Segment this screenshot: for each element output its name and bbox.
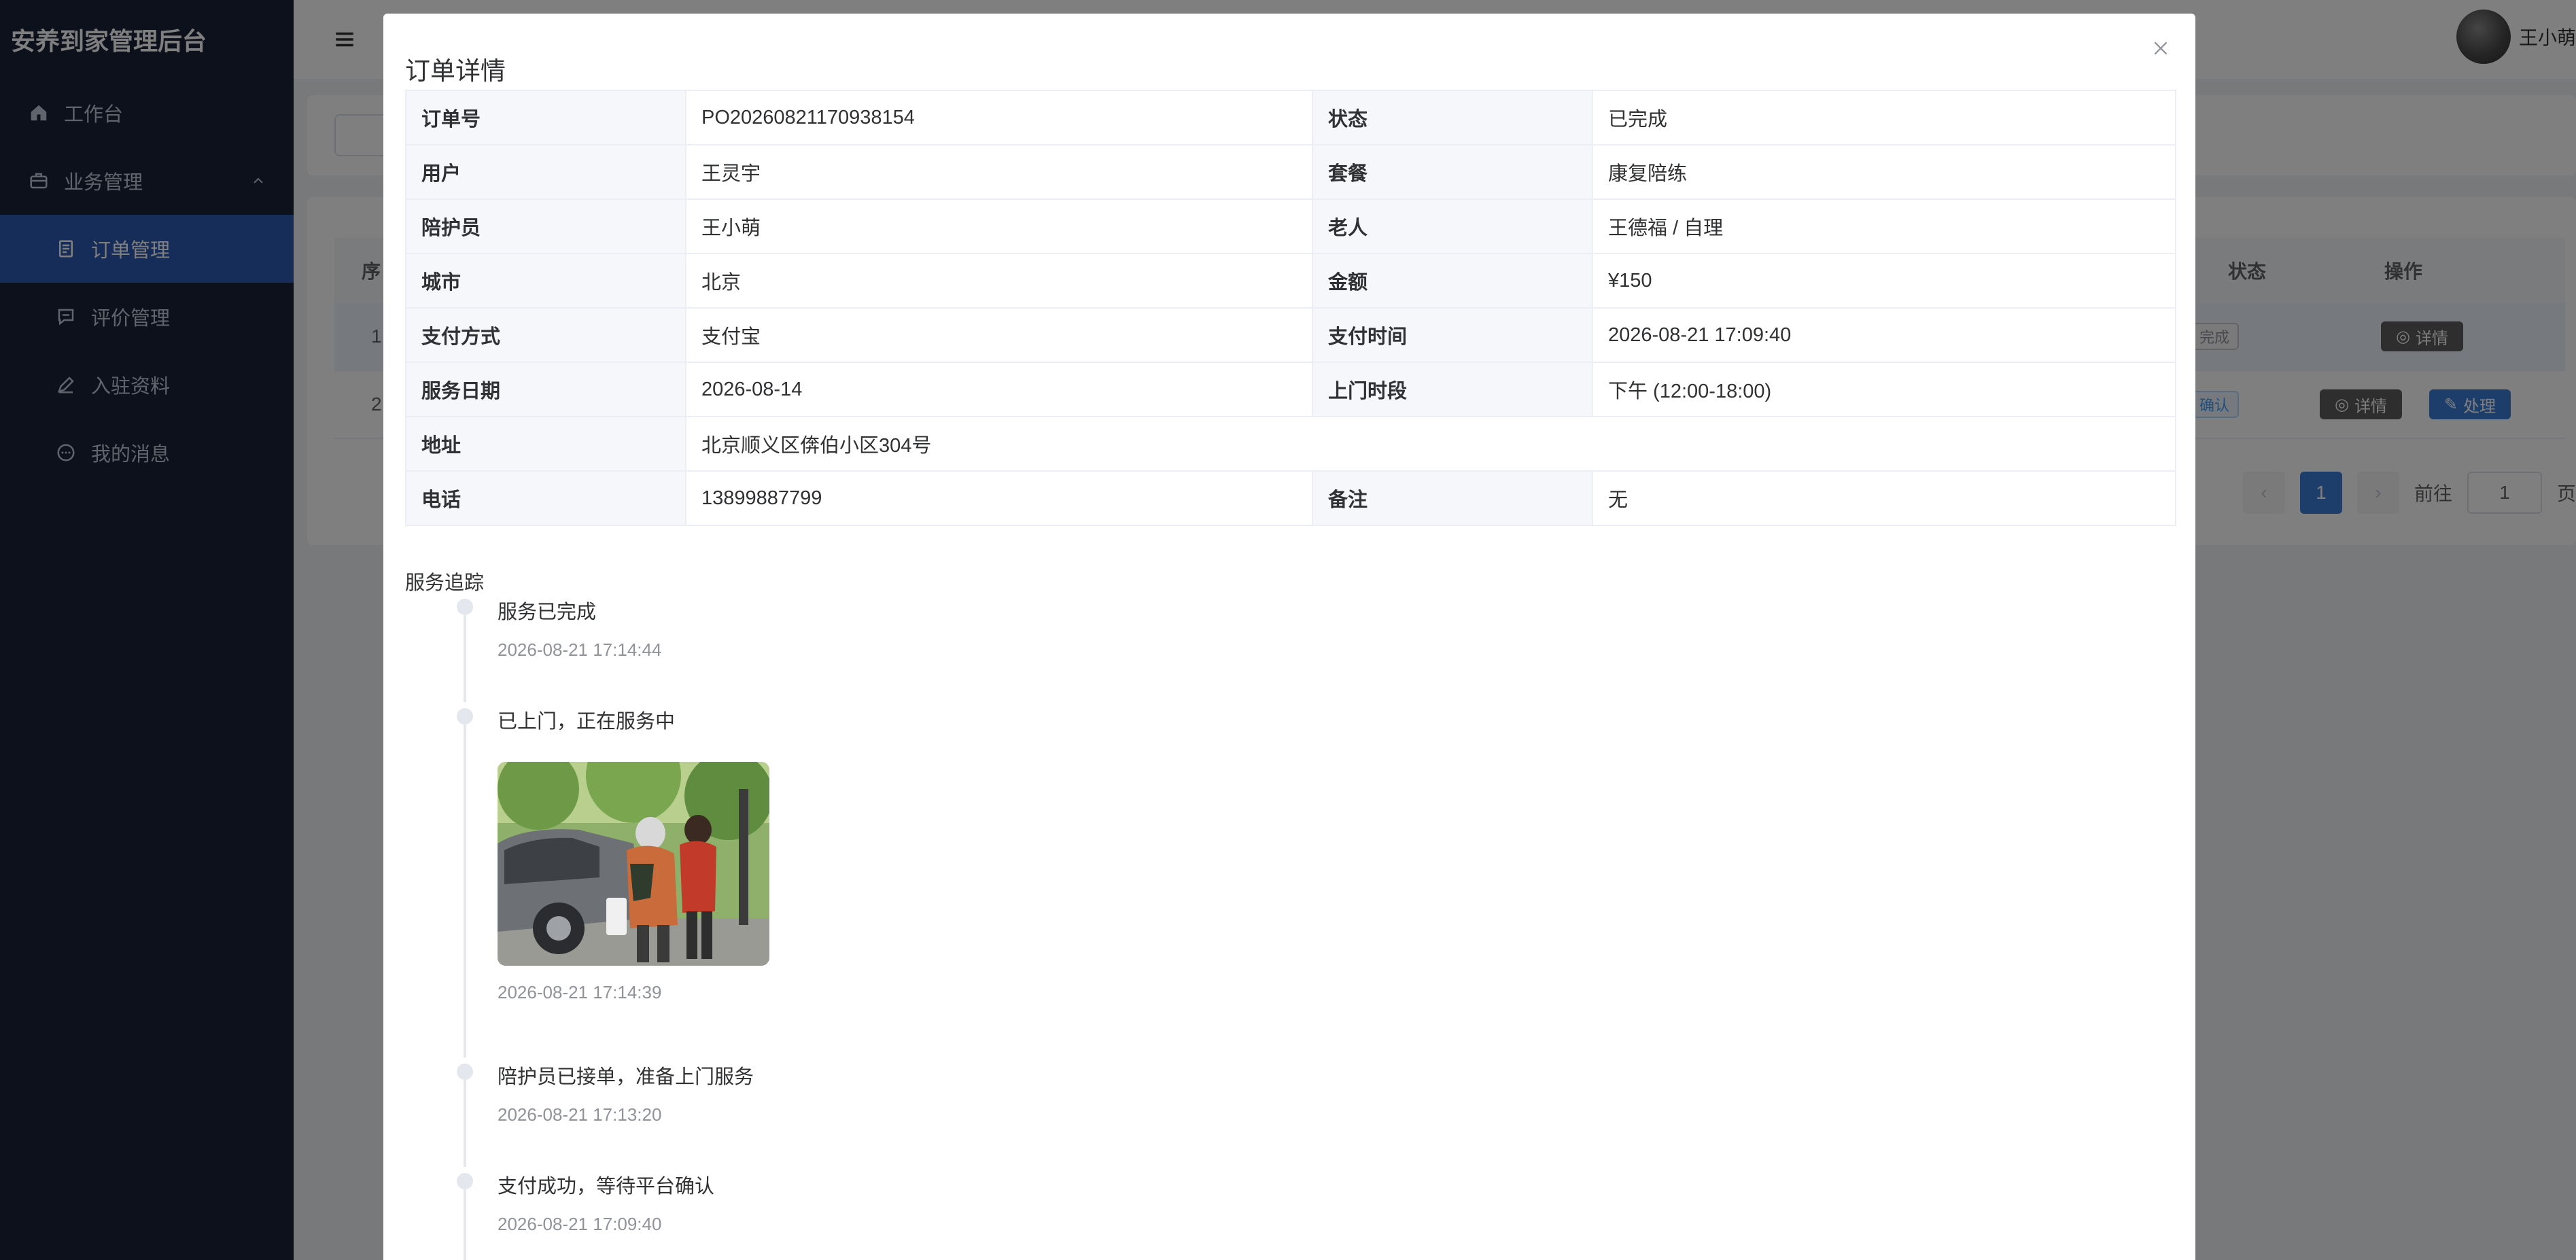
timeline-content: 支付成功，等待平台确认 <box>498 1176 715 1197</box>
service-photo[interactable] <box>498 762 769 966</box>
timeline-connector <box>464 1072 466 1167</box>
order-detail-dialog: 订单详情 订单号 PO20260821170938154 状态 已完成 用户 王… <box>383 14 2195 1260</box>
timeline-time: 2026-08-21 17:14:44 <box>498 640 662 660</box>
timeline-dot <box>457 708 473 724</box>
timeline-content: 服务已完成 <box>498 601 597 623</box>
timeline-connector <box>464 1181 466 1260</box>
timeline-dot <box>457 599 473 615</box>
service-timeline: 服务已完成 2026-08-21 17:14:44 已上门，正在服务中 2026… <box>383 14 2195 1260</box>
timeline-time: 2026-08-21 17:09:40 <box>498 1214 662 1234</box>
timeline-time: 2026-08-21 17:14:39 <box>498 982 662 1002</box>
timeline-content: 已上门，正在服务中 <box>498 711 676 733</box>
timeline-connector <box>464 716 466 1057</box>
timeline-dot <box>457 1064 473 1080</box>
service-photo-image <box>498 762 769 966</box>
timeline-time: 2026-08-21 17:13:20 <box>498 1104 662 1125</box>
timeline-connector <box>464 607 466 702</box>
timeline-content: 陪护员已接单，准备上门服务 <box>498 1066 754 1088</box>
timeline-dot <box>457 1173 473 1189</box>
